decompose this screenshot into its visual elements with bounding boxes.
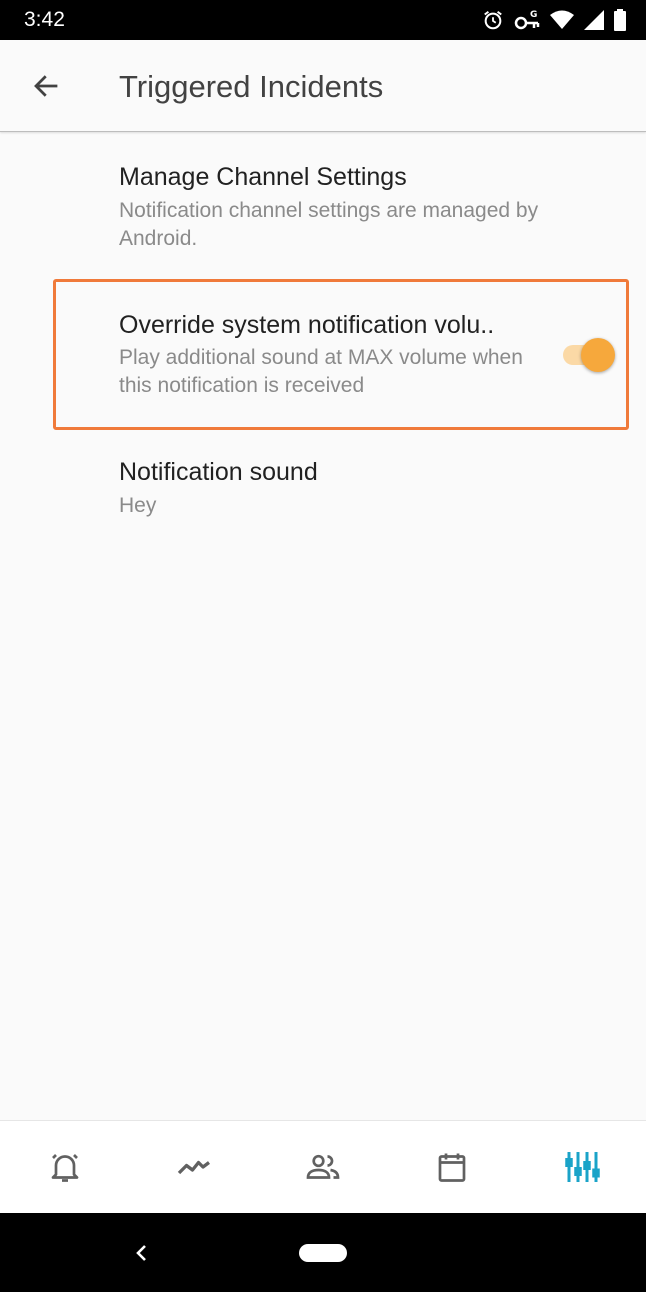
vpn-key-icon: G [514, 10, 540, 30]
trend-line-icon [177, 1160, 210, 1175]
toggle-thumb [581, 338, 615, 372]
status-bar: 3:42 G [0, 0, 646, 40]
signal-icon [584, 10, 604, 30]
status-time: 3:42 [24, 8, 65, 31]
bottom-nav [0, 1120, 646, 1213]
tab-schedule[interactable] [388, 1121, 517, 1213]
tab-analytics[interactable] [129, 1121, 258, 1213]
pref-manage-channel-settings[interactable]: Manage Channel Settings Notification cha… [0, 133, 646, 263]
people-icon [306, 1154, 340, 1179]
pref-override-volume[interactable]: Override system notification volu.. Play… [0, 280, 646, 430]
pref-title: Notification sound [119, 458, 318, 486]
settings-sliders-icon [565, 1152, 601, 1182]
override-volume-toggle[interactable] [561, 338, 615, 372]
status-icons: G [482, 8, 626, 32]
wifi-icon [550, 10, 574, 29]
home-pill[interactable] [299, 1244, 347, 1262]
pref-summary: Play additional sound at MAX volume when… [119, 346, 523, 397]
pref-summary: Hey [119, 494, 157, 517]
tab-settings[interactable] [517, 1121, 646, 1213]
tab-people[interactable] [258, 1121, 387, 1213]
alarm-icon [484, 10, 502, 30]
system-nav-bar [0, 1213, 646, 1292]
system-back-icon[interactable] [130, 1241, 154, 1265]
pref-title: Override system notification volu.. [119, 311, 495, 339]
arrow-left-icon [34, 75, 58, 97]
svg-text:G: G [530, 10, 537, 20]
alarm-bell-icon [51, 1154, 78, 1182]
app-bar: Triggered Incidents [0, 40, 646, 132]
back-button[interactable] [22, 62, 70, 110]
tab-alerts[interactable] [0, 1121, 129, 1213]
page-title: Triggered Incidents [119, 69, 384, 104]
battery-icon [614, 9, 626, 31]
pref-summary: Notification channel settings are manage… [119, 199, 539, 250]
calendar-icon [438, 1153, 466, 1182]
pref-title: Manage Channel Settings [119, 163, 407, 191]
pref-notification-sound[interactable]: Notification sound Hey [0, 430, 646, 540]
